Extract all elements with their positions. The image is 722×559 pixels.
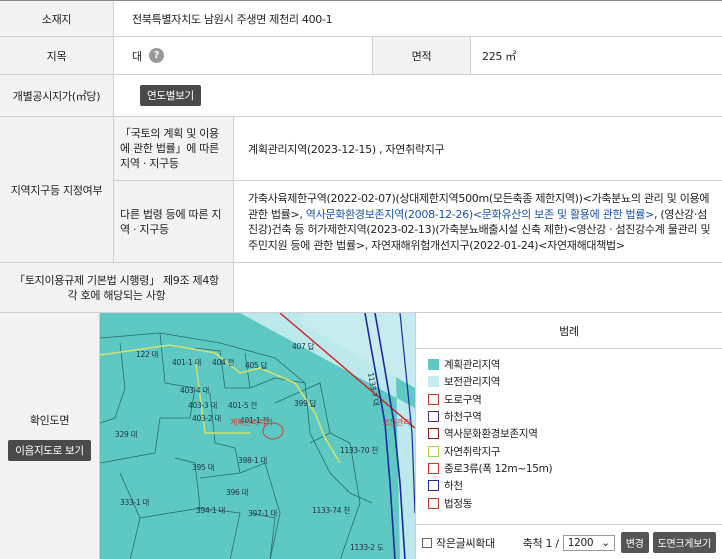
- parcel-label: 401-1 대: [172, 358, 201, 367]
- chevron-down-icon: ⌄: [601, 536, 610, 549]
- land-category-label: 지목: [0, 37, 114, 74]
- parcel-label: 122 대: [136, 350, 158, 359]
- scale-label: 축척 1 /: [522, 536, 559, 550]
- legend-item: 역사문화환경보존지역: [428, 425, 722, 442]
- legend-swatch: [428, 497, 439, 509]
- parcel-label: 1133-2 도: [350, 543, 384, 552]
- legend-swatch: [428, 376, 439, 388]
- land-row: 지목 대 ? 면적 225 ㎡: [0, 37, 722, 75]
- legend-item: 계획관리지역: [428, 356, 722, 373]
- parcel-label: 329 대: [115, 430, 137, 439]
- land-category-value: 대: [132, 49, 142, 63]
- land-category-cell: 대 ?: [132, 37, 164, 74]
- land-use-rule-label: 「토지이용규제 기본법 시행령」 제9조 제4항 각 호에 해당되는 사항: [0, 263, 234, 312]
- zoning-sub2-value: 가축사육제한구역(2022-02-07)(상대제한지역500m(모든축종 제한지…: [234, 181, 722, 262]
- parcel-label: 403-2 대: [192, 414, 221, 423]
- legend-label: 역사문화환경보존지역: [444, 428, 538, 441]
- legend-swatch: [428, 428, 439, 440]
- parcel-label: 395 대: [192, 463, 214, 472]
- parcel-label: 398-1 대: [238, 456, 267, 465]
- enlarge-map-button[interactable]: 도면크게보기: [652, 532, 716, 553]
- parcel-label: 405 답: [245, 360, 267, 370]
- location-row: 소재지 전북특별자치도 남원시 주생면 제천리 400-1: [0, 1, 722, 37]
- price-label: 개별공시지가(㎡당): [0, 75, 114, 116]
- location-value: 전북특별자치도 남원시 주생면 제천리 400-1: [132, 12, 333, 26]
- land-use-plan-sheet: 소재지 전북특별자치도 남원시 주생면 제천리 400-1 지목 대 ? 면적 …: [0, 0, 722, 559]
- legend-item: 보전관리지역: [428, 373, 722, 390]
- legend-swatch: [428, 445, 439, 457]
- land-use-rule-row: 「토지이용규제 기본법 시행령」 제9조 제4항 각 호에 해당되는 사항: [0, 263, 722, 313]
- parcel-label: 403-4 대: [180, 386, 209, 395]
- zoning-row: 지역지구등 지정여부 「국토의 계획 및 이용에 관한 법률」에 따른 지역 ·…: [0, 117, 722, 263]
- legend-item: 하천: [428, 477, 722, 494]
- legend-title: 범례: [416, 313, 722, 349]
- parcel-label: 397-1 대: [248, 509, 277, 518]
- parcel-label: 396 대: [226, 488, 248, 497]
- map-label-cell: 확인도면 이음지도로 보기: [0, 313, 100, 559]
- zoning-label: 지역지구등 지정여부: [0, 117, 114, 262]
- location-label: 소재지: [0, 1, 114, 36]
- parcel-label: 1133-70 천: [340, 445, 378, 455]
- scale-value: 1200: [567, 536, 594, 549]
- map-controls: 작은글씨확대 축척 1 / 1200 ⌄ 변경 도면크게보기: [416, 524, 722, 559]
- map-zone-label: 계획관리지역: [230, 417, 272, 427]
- parcel-label: 401-5 전: [228, 400, 257, 410]
- legend-swatch: [428, 393, 439, 405]
- legend-label: 법정동: [444, 497, 473, 510]
- legend-label: 도로구역: [444, 393, 482, 406]
- legend-label: 중로3류(폭 12m~15m): [444, 462, 553, 475]
- map-label: 확인도면: [29, 414, 70, 427]
- legend-item: 법정동: [428, 494, 722, 511]
- scale-select[interactable]: 1200 ⌄: [562, 534, 615, 551]
- legend-label: 계획관리지역: [444, 359, 501, 372]
- map-zone-label-edge: 보전관리: [382, 417, 410, 427]
- price-cell: 연도별보기: [140, 75, 201, 116]
- parcel-label: 404 전: [212, 357, 234, 367]
- legend-item: 하천구역: [428, 408, 722, 425]
- parcel-label: 407 답: [292, 341, 314, 351]
- parcel-label: 394-1 대: [196, 506, 225, 515]
- parcel-label: 399 답: [294, 398, 316, 408]
- legend-label: 하천구역: [444, 411, 482, 424]
- change-scale-button[interactable]: 변경: [620, 532, 649, 553]
- legend-swatch: [428, 411, 439, 423]
- price-row: 개별공시지가(㎡당) 연도별보기: [0, 75, 722, 117]
- yearly-price-button[interactable]: 연도별보기: [140, 85, 201, 106]
- open-map-button[interactable]: 이음지도로 보기: [8, 440, 91, 461]
- legend-label: 자연취락지구: [444, 445, 501, 458]
- legend-item: 도로구역: [428, 391, 722, 408]
- heritage-zone-link[interactable]: 역사문화환경보존지역(2008-12-26)<문화유산의 보존 및 활용에 관한…: [306, 208, 655, 221]
- legend-list: 계획관리지역보전관리지역도로구역하천구역역사문화환경보존지역자연취락지구중로3류…: [416, 349, 722, 524]
- legend-swatch: [428, 480, 439, 492]
- help-icon[interactable]: ?: [148, 48, 164, 63]
- parcel-label: 1133-74 천: [312, 505, 350, 515]
- parcel-map-svg: 122 대 401-1 대 404 전 405 답 407 답 403-4 대 …: [100, 313, 415, 559]
- area-label: 면적: [372, 37, 471, 74]
- zoom-text-label: 작은글씨확대: [436, 536, 495, 550]
- zoning-sub2-label: 다른 법령 등에 따른 지역 · 지구등: [114, 181, 234, 262]
- parcel-label: 403-3 대: [188, 401, 217, 410]
- legend-swatch: [428, 359, 439, 371]
- zoom-text-checkbox[interactable]: [422, 537, 432, 548]
- legend-item: 중로3류(폭 12m~15m): [428, 460, 722, 477]
- legend-swatch: [428, 462, 439, 474]
- legend-label: 하천: [444, 480, 463, 493]
- map-row: 확인도면 이음지도로 보기 122 대 401-1 대 404 전 405 답 …: [0, 313, 722, 559]
- zoning-sub1-label: 「국토의 계획 및 이용에 관한 법률」에 따른 지역 · 지구등: [114, 117, 234, 181]
- legend-panel: 범례 계획관리지역보전관리지역도로구역하천구역역사문화환경보존지역자연취락지구중…: [415, 313, 722, 559]
- parcel-map[interactable]: 122 대 401-1 대 404 전 405 답 407 답 403-4 대 …: [100, 313, 415, 559]
- legend-item: 자연취락지구: [428, 442, 722, 459]
- legend-label: 보전관리지역: [444, 376, 501, 389]
- zoning-sub1-value: 계획관리지역(2023-12-15) , 자연취락지구: [234, 117, 722, 181]
- parcel-label: 333-1 대: [120, 498, 149, 507]
- area-value: 225 ㎡: [482, 49, 516, 63]
